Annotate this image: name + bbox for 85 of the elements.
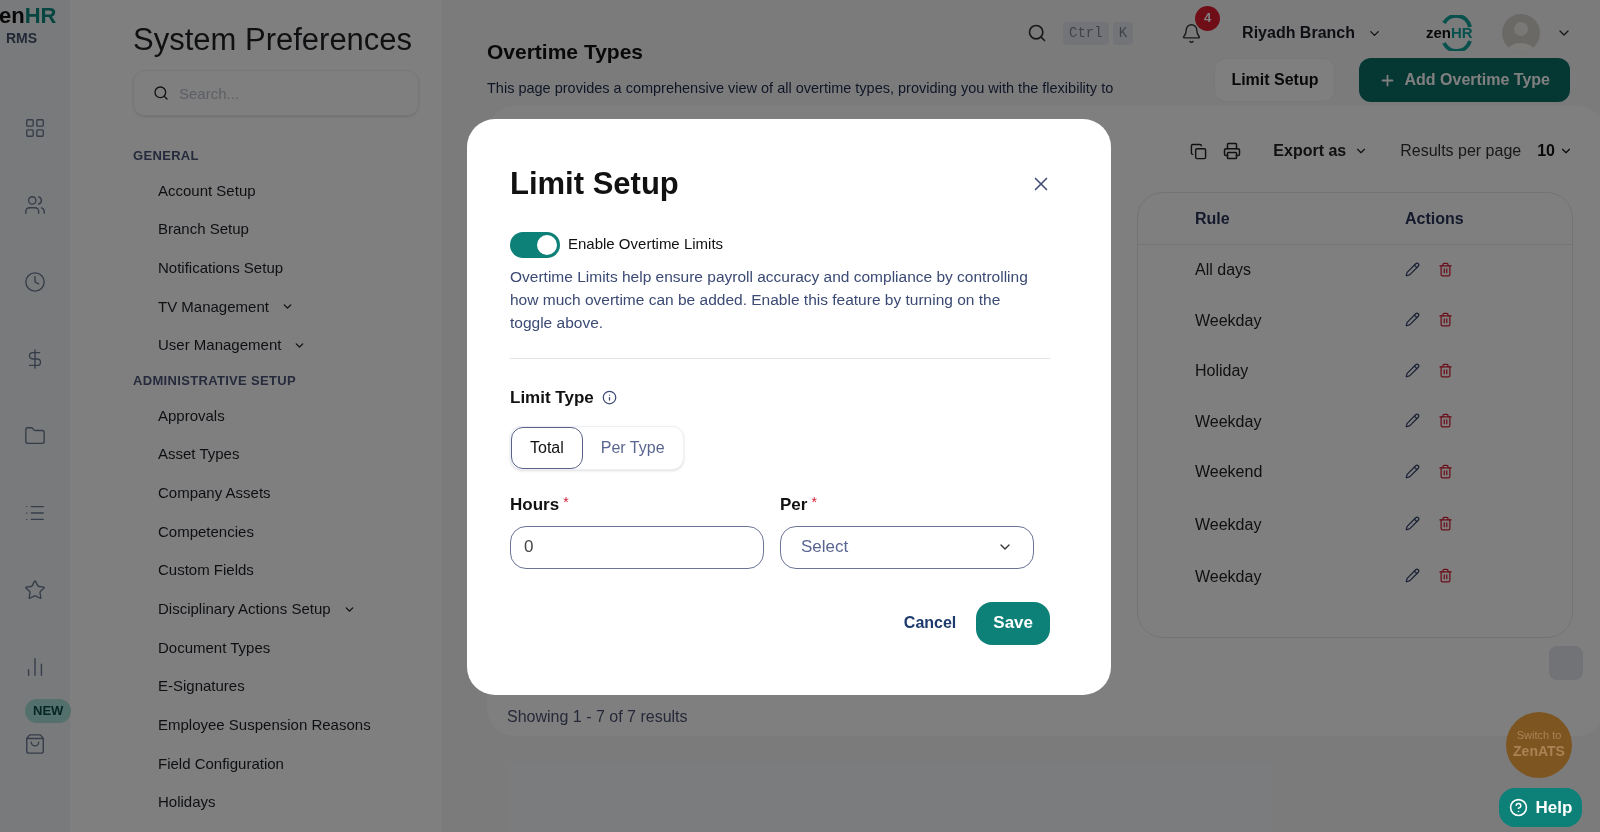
field-label: Per: [780, 494, 808, 516]
star-icon[interactable]: [24, 579, 46, 601]
edit-icon[interactable]: [1405, 261, 1420, 277]
required-mark: *: [811, 493, 817, 512]
per-select[interactable]: Select: [780, 525, 1034, 569]
edit-icon[interactable]: [1405, 463, 1420, 479]
export-dropdown[interactable]: Export as: [1273, 139, 1369, 163]
edit-icon[interactable]: [1405, 413, 1420, 429]
settings-item[interactable]: E-Signatures: [133, 667, 432, 706]
printer-icon[interactable]: [1223, 142, 1242, 160]
grid-icon[interactable]: [24, 117, 46, 139]
required-mark: *: [563, 493, 569, 512]
users-icon[interactable]: [24, 194, 46, 216]
column-header: Actions: [1405, 208, 1464, 229]
settings-item[interactable]: Disciplinary Actions Setup: [133, 589, 432, 629]
settings-item[interactable]: Approvals: [133, 396, 432, 436]
bag-icon[interactable]: [24, 733, 46, 755]
results-dropdown[interactable]: 10: [1537, 139, 1573, 163]
dialog-title: Limit Setup: [510, 165, 679, 203]
field-label: Hours: [510, 494, 560, 516]
settings-item[interactable]: User Management: [133, 326, 432, 365]
branch-selector[interactable]: Riyadh Branch: [1242, 21, 1382, 45]
settings-item[interactable]: Document Types: [133, 628, 432, 668]
delete-icon[interactable]: [1438, 568, 1453, 584]
limit-type-tab[interactable]: Total: [511, 427, 583, 469]
add-overtime-type-button[interactable]: Add Overtime Type: [1359, 58, 1570, 102]
page-description: This page provides a comprehensive view of all overtime types, providing you with the flexibility to: [487, 78, 1115, 98]
clock-icon[interactable]: [24, 271, 46, 293]
settings-item[interactable]: Asset Types: [133, 435, 432, 474]
search-icon: [1027, 23, 1048, 43]
limit-setup-button[interactable]: Limit Setup: [1214, 58, 1336, 102]
settings-item[interactable]: Competencies: [133, 512, 432, 552]
settings-item[interactable]: Custom Fields: [133, 551, 432, 590]
help-text: Overtime Limits help ensure payroll accuracy and compliance by controlling how much overtime can be added. Enable this feature by turning on the toggle above.: [510, 266, 1029, 333]
zenhr-logo: zenHR: [1426, 15, 1474, 51]
copy-icon[interactable]: [1190, 142, 1208, 160]
help-button[interactable]: Help: [1499, 788, 1582, 827]
table-cell-text: Weekday: [1195, 310, 1263, 331]
results-summary: Showing 1 - 7 of 7 results: [507, 707, 688, 727]
settings-item[interactable]: Employee Suspension Reasons: [133, 705, 432, 745]
table-cell-text: Weekday: [1195, 566, 1263, 587]
folder-icon[interactable]: [24, 425, 46, 447]
section-label: GENERAL: [133, 147, 200, 165]
results-label: Results per page: [1400, 141, 1522, 161]
settings-item[interactable]: TV Management: [133, 287, 432, 327]
edit-icon[interactable]: [1405, 568, 1420, 584]
settings-item[interactable]: Branch Setup: [133, 210, 432, 249]
search-icon: [153, 85, 169, 101]
hours-field[interactable]: 0: [510, 525, 764, 569]
bell-icon[interactable]: [1181, 22, 1203, 44]
toggle-switch[interactable]: [510, 231, 560, 258]
settings-title: System Preferences: [133, 21, 414, 59]
save-button[interactable]: Save: [976, 601, 1050, 645]
table-cell-text: All days: [1195, 260, 1253, 281]
delete-icon[interactable]: [1438, 261, 1453, 277]
table-cell-text: Weekday: [1195, 514, 1263, 535]
section-label: ADMINISTRATIVE SETUP: [133, 371, 297, 390]
new-badge: NEW: [25, 699, 72, 723]
edit-icon[interactable]: [1405, 516, 1420, 531]
delete-icon[interactable]: [1438, 516, 1453, 531]
delete-icon[interactable]: [1438, 312, 1453, 328]
brand-logo: enHR: [0, 4, 57, 28]
info-icon[interactable]: [601, 389, 617, 405]
notification-count: 4: [1195, 5, 1221, 31]
column-header: Rule: [1195, 208, 1231, 229]
page-title: Overtime Types: [487, 39, 644, 65]
settings-item[interactable]: Account Setup: [133, 171, 432, 211]
brand-product: RMS: [6, 29, 38, 48]
table-cell-text: Holiday: [1195, 361, 1250, 382]
limit-type-label: Limit Type: [510, 386, 594, 409]
settings-item[interactable]: Company Assets: [133, 473, 432, 513]
edit-icon[interactable]: [1405, 312, 1420, 328]
help-icon: [1508, 798, 1528, 817]
limit-type-tab[interactable]: Per Type: [582, 427, 683, 469]
settings-item[interactable]: Field Configuration: [133, 744, 432, 784]
delete-icon[interactable]: [1438, 463, 1453, 479]
edit-icon[interactable]: [1405, 362, 1420, 378]
delete-icon[interactable]: [1438, 362, 1453, 378]
settings-item[interactable]: Notifications Setup: [133, 248, 432, 288]
toggle-label: Enable Overtime Limits: [568, 234, 724, 255]
delete-icon[interactable]: [1438, 413, 1453, 429]
cancel-button[interactable]: Cancel: [903, 611, 957, 635]
table-cell-text: Weekend: [1195, 462, 1264, 483]
settings-item[interactable]: Holidays: [133, 783, 432, 822]
table-cell-text: Weekday: [1195, 411, 1263, 432]
